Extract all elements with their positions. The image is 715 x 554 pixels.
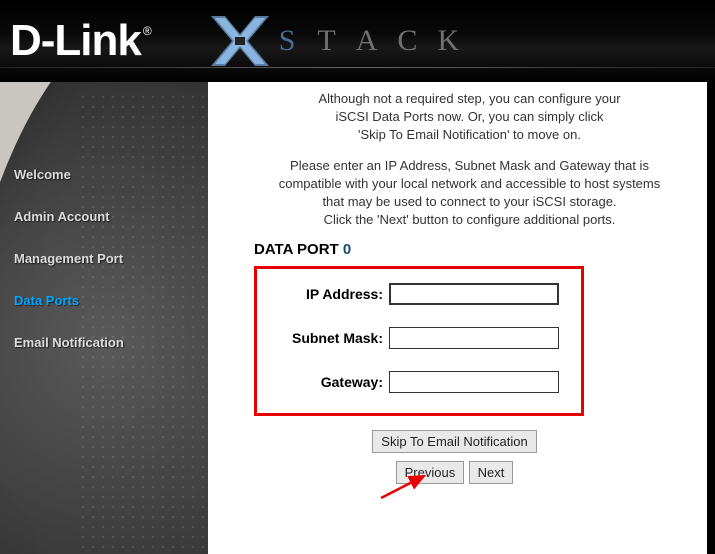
data-port-form: IP Address: Subnet Mask: Gateway: xyxy=(254,266,584,416)
main-panel: Although not a required step, you can co… xyxy=(208,82,715,554)
logo-reg: ® xyxy=(143,25,151,37)
title-prefix: DATA PORT xyxy=(254,241,343,258)
label-gateway: Gateway: xyxy=(321,374,383,390)
xstack-x-icon xyxy=(211,16,269,66)
header-divider xyxy=(0,67,715,68)
row-gateway: Gateway: xyxy=(279,371,559,393)
sidebar-nav: Welcome Admin Account Management Port Da… xyxy=(0,82,208,350)
header-bar: D-Link ® S T A C K xyxy=(0,0,715,82)
sidebar-item-admin-account[interactable]: Admin Account xyxy=(14,209,208,224)
label-subnet-mask: Subnet Mask: xyxy=(292,330,383,346)
skip-button[interactable]: Skip To Email Notification xyxy=(372,430,536,453)
xstack-letter: S xyxy=(279,24,298,58)
xstack-letter: T xyxy=(317,24,337,58)
button-row-skip: Skip To Email Notification xyxy=(218,430,691,453)
intro-line: Click the 'Next' button to configure add… xyxy=(324,212,616,227)
label-ip-address: IP Address: xyxy=(306,286,383,302)
intro-line: compatible with your local network and a… xyxy=(279,176,661,191)
button-row-nav: Previous Next xyxy=(218,461,691,484)
intro-line: Although not a required step, you can co… xyxy=(318,91,620,106)
xstack-letter: C xyxy=(397,24,419,58)
sidebar-item-welcome[interactable]: Welcome xyxy=(14,167,208,182)
intro-line: that may be used to connect to your iSCS… xyxy=(322,194,616,209)
sidebar-item-data-ports[interactable]: Data Ports xyxy=(14,293,208,308)
content-area: Welcome Admin Account Management Port Da… xyxy=(0,82,715,554)
intro-line: Please enter an IP Address, Subnet Mask … xyxy=(290,158,649,173)
next-button[interactable]: Next xyxy=(469,461,514,484)
data-port-title: DATA PORT 0 xyxy=(254,241,691,258)
xstack-text: S T A C K xyxy=(279,24,461,58)
sidebar-item-management-port[interactable]: Management Port xyxy=(14,251,208,266)
input-ip-address[interactable] xyxy=(389,283,559,305)
xstack-logo: S T A C K xyxy=(211,16,461,66)
sidebar-item-email-notification[interactable]: Email Notification xyxy=(14,335,208,350)
intro-line: iSCSI Data Ports now. Or, you can simply… xyxy=(335,109,603,124)
row-ip-address: IP Address: xyxy=(279,283,559,305)
input-gateway[interactable] xyxy=(389,371,559,393)
previous-button[interactable]: Previous xyxy=(396,461,465,484)
dlink-logo: D-Link ® xyxy=(10,19,151,63)
input-subnet-mask[interactable] xyxy=(389,327,559,349)
port-number: 0 xyxy=(343,241,351,258)
intro-line: 'Skip To Email Notification' to move on. xyxy=(358,127,581,142)
sidebar: Welcome Admin Account Management Port Da… xyxy=(0,82,208,554)
intro-text: Although not a required step, you can co… xyxy=(248,90,691,229)
xstack-letter: K xyxy=(437,24,461,58)
row-subnet-mask: Subnet Mask: xyxy=(279,327,559,349)
logo-text: D-Link xyxy=(10,19,141,63)
xstack-letter: A xyxy=(356,24,380,58)
